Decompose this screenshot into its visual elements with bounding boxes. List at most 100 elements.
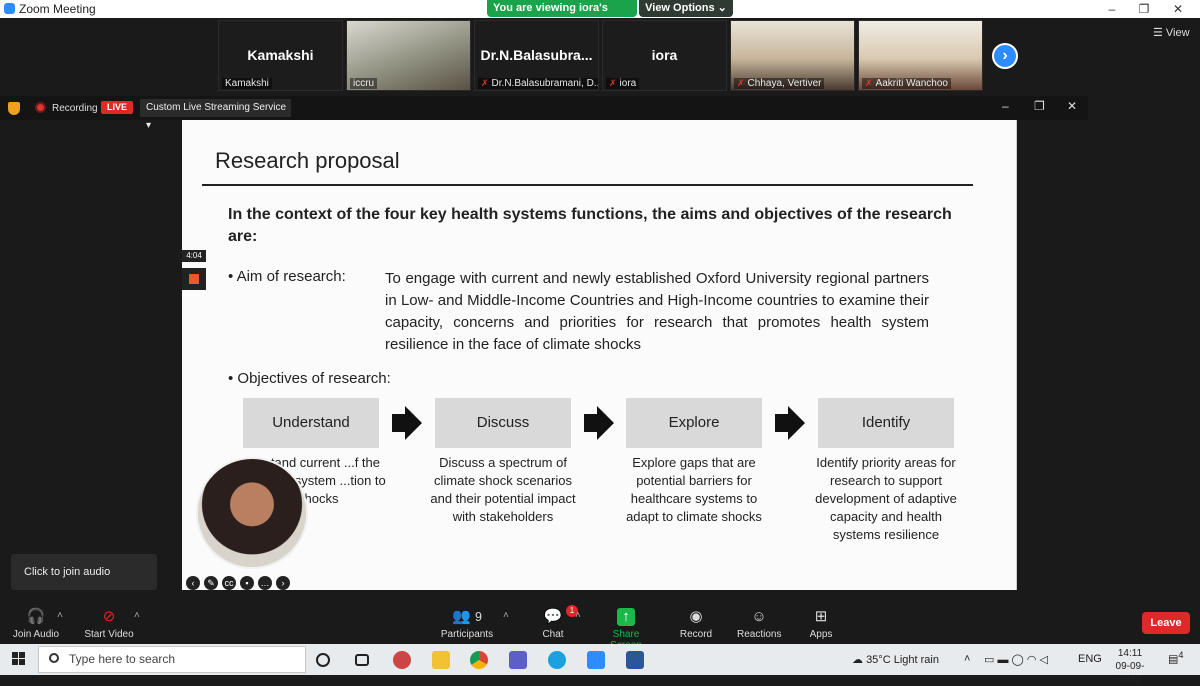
step-desc-explore: Explore gaps that are potential barriers… — [626, 455, 762, 524]
zoom-taskbar-icon[interactable] — [587, 651, 605, 669]
zoom-app-icon — [4, 3, 15, 14]
video-off-icon: ⊘ — [102, 608, 116, 625]
join-audio-button[interactable]: 🎧 Join Audio — [12, 608, 60, 640]
weather-widget[interactable]: ☁ 35°C Light rain — [852, 653, 939, 666]
start-video-button[interactable]: ⊘ Start Video — [84, 608, 134, 640]
teams-icon[interactable] — [509, 651, 527, 669]
participant-name: Kamakshi — [222, 78, 272, 89]
search-placeholder: Type here to search — [69, 652, 176, 666]
security-shield-icon[interactable] — [8, 102, 20, 115]
tray-icons[interactable]: ▭ ▬ ◯ ◠ ◁ — [984, 653, 1048, 666]
chat-button[interactable]: 💬 1 Chat — [538, 605, 578, 640]
participant-tile[interactable]: Kamakshi Kamakshi — [218, 20, 343, 91]
app-icon-red[interactable] — [393, 651, 411, 669]
record-button[interactable]: ◉ Record — [679, 608, 713, 640]
objectives-label: • Objectives of research: — [228, 370, 391, 387]
join-audio-tooltip: Click to join audio — [11, 554, 157, 590]
view-options-button[interactable]: View Options ⌄ — [639, 0, 733, 17]
recording-timer: 4:04 — [182, 250, 206, 262]
slide-title: Research proposal — [215, 148, 400, 173]
meeting-controls: 🎧 Join Audio ˄ ⊘ Start Video ˄ 👥 9 Particip… — [0, 602, 1200, 651]
notification-count: 4 — [1178, 650, 1184, 660]
share-screen-icon: ↑ — [617, 608, 635, 626]
title-bar: Zoom Meeting You are viewing iora's scre… — [0, 0, 1200, 31]
stop-recording-button[interactable] — [182, 268, 206, 290]
captions-icon[interactable]: cc — [222, 576, 236, 590]
view-button[interactable]: ☰ View — [1153, 26, 1190, 39]
task-view-icon[interactable] — [355, 654, 369, 666]
slide-lead-text: In the context of the four key health sy… — [228, 206, 952, 245]
participant-tile[interactable]: Dr.N.Balasubra... ✗ Dr.N.Balasubramani, D… — [474, 20, 599, 91]
language-indicator[interactable]: ENG — [1078, 653, 1102, 665]
slide-toolbar: ‹ ✎ cc ▪ … › — [186, 573, 294, 590]
more-icon[interactable]: … — [258, 576, 272, 590]
step-explore: Explore — [626, 398, 762, 448]
audio-options-caret-icon[interactable]: ˄ — [57, 610, 63, 621]
participant-name-row: ✗ Aakriti Wanchoo — [862, 78, 951, 89]
prev-slide-icon[interactable]: ‹ — [186, 576, 200, 590]
cortana-icon[interactable] — [316, 653, 330, 667]
share-restore-button[interactable]: ❐ — [1034, 99, 1045, 113]
window-title: Zoom Meeting — [19, 2, 96, 16]
participant-name: iccru — [350, 78, 378, 89]
participants-count: 9 — [474, 610, 482, 624]
close-button[interactable]: ✕ — [1156, 0, 1200, 18]
edge-icon[interactable] — [548, 651, 566, 669]
recording-dot-icon — [35, 102, 46, 113]
file-explorer-icon[interactable] — [432, 651, 450, 669]
step-desc-discuss: Discuss a spectrum of climate shock scen… — [430, 455, 576, 524]
step-understand: Understand — [243, 398, 379, 448]
participant-name-row: ✗ iora — [606, 78, 640, 89]
participants-button[interactable]: 👥 9 Participants — [440, 608, 494, 640]
camera-icon[interactable]: ▪ — [240, 576, 254, 590]
participants-options-caret-icon[interactable]: ˄ — [503, 610, 509, 621]
participant-tile[interactable]: iora ✗ iora — [602, 20, 727, 91]
participant-tile[interactable]: ✗ Aakriti Wanchoo — [858, 20, 983, 91]
pen-icon[interactable]: ✎ — [204, 576, 218, 590]
slide-title-rule — [202, 184, 973, 186]
taskbar-search-input[interactable]: Type here to search — [38, 646, 306, 673]
notifications-icon[interactable]: ▤4 — [1168, 650, 1184, 666]
aim-label: • Aim of research: — [228, 268, 346, 285]
search-icon — [49, 653, 59, 663]
headphones-icon: 🎧 — [26, 608, 46, 625]
share-close-button[interactable]: ✕ — [1067, 99, 1077, 113]
step-discuss: Discuss — [435, 398, 571, 448]
chat-options-caret-icon[interactable]: ˄ — [575, 610, 581, 621]
reactions-icon: ☺ — [751, 608, 767, 625]
participant-tile[interactable]: iccru — [346, 20, 471, 91]
clock-date: 09-09-2022 — [1115, 661, 1145, 685]
mic-muted-icon: ✗ — [481, 78, 489, 88]
tray-expand-icon[interactable]: ˄ — [964, 653, 970, 665]
participant-name: Aakriti Wanchoo — [875, 78, 948, 89]
leave-button[interactable]: Leave — [1142, 612, 1190, 634]
apps-icon: ⊞ — [814, 608, 828, 625]
participant-name: Dr.N.Balasubramani, D... — [491, 78, 599, 89]
speaker-camera-bubble[interactable] — [196, 457, 308, 569]
participant-big-name: Dr.N.Balasubra... — [480, 47, 593, 63]
taskbar-clock[interactable]: 14:11 09-09-2022 — [1105, 647, 1155, 686]
join-audio-label: Join Audio — [12, 629, 60, 640]
aim-text: To engage with current and newly establi… — [385, 270, 929, 353]
apps-label: Apps — [809, 629, 833, 640]
participant-big-name: Kamakshi — [247, 47, 314, 63]
video-options-caret-icon[interactable]: ˄ — [134, 610, 140, 621]
reactions-button[interactable]: ☺ Reactions — [737, 608, 781, 640]
stop-icon — [189, 274, 199, 284]
start-video-label: Start Video — [84, 629, 134, 640]
chat-icon: 💬 — [543, 608, 563, 625]
live-badge: LIVE — [101, 101, 133, 114]
stream-service-dropdown[interactable]: Custom Live Streaming Service ▾ — [140, 99, 291, 131]
apps-button[interactable]: ⊞ Apps — [808, 608, 834, 640]
word-icon[interactable] — [626, 651, 644, 669]
windows-start-icon[interactable] — [12, 652, 26, 666]
mic-muted-icon: ✗ — [865, 78, 873, 88]
chrome-icon[interactable] — [470, 651, 488, 669]
clock-time: 14:11 — [1117, 648, 1143, 659]
next-page-arrow-icon[interactable]: › — [992, 43, 1018, 69]
share-minimize-button[interactable]: – — [1002, 99, 1009, 113]
windows-taskbar: Type here to search ☁ 35°C Light rain ˄ … — [0, 644, 1200, 685]
next-slide-icon[interactable]: › — [276, 576, 290, 590]
participant-tile[interactable]: ✗ Chhaya, Vertiver — [730, 20, 855, 91]
weather-text: 35°C Light rain — [866, 654, 939, 666]
